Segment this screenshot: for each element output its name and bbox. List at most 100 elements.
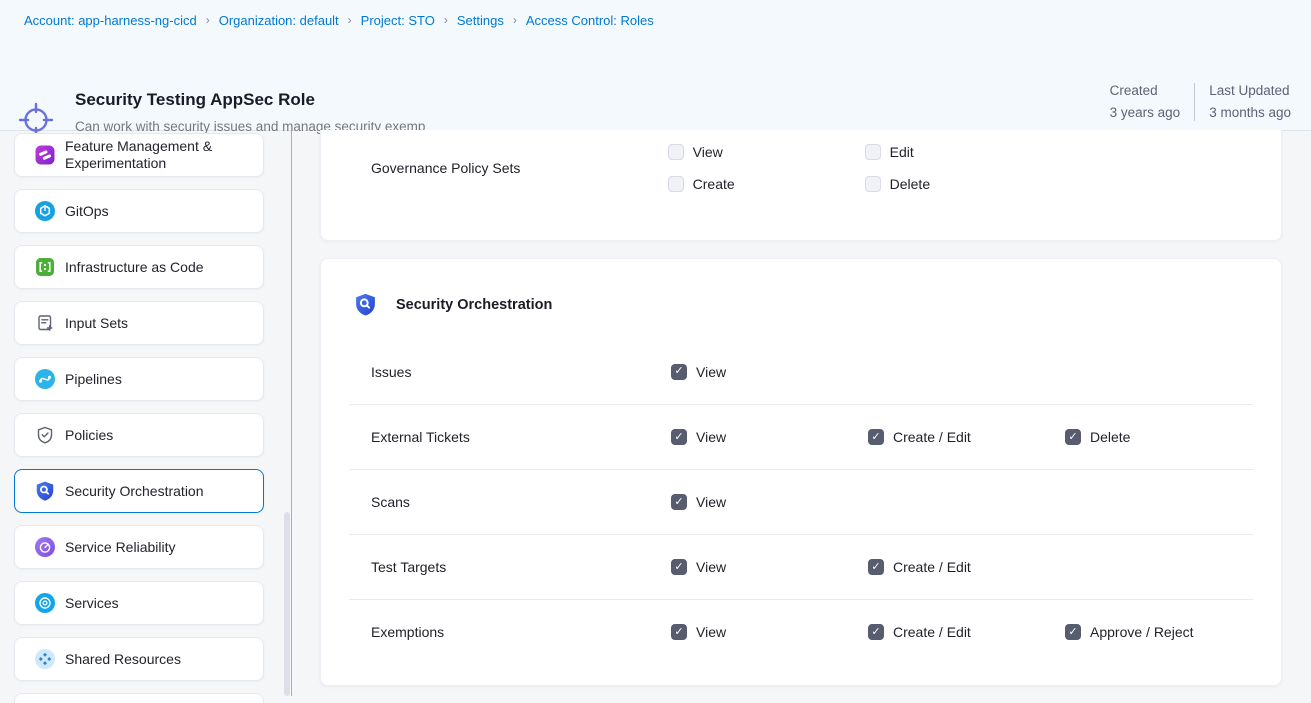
breadcrumb: Account: app-harness-ng-cicd › Organizat…: [0, 0, 1311, 40]
checkbox-icon[interactable]: [868, 429, 884, 445]
meta-divider: [1194, 83, 1195, 121]
iac-icon: [34, 256, 56, 278]
created-label: Created: [1110, 82, 1181, 100]
resource-label: Test Targets: [371, 559, 671, 575]
checkbox-label: Create: [693, 176, 735, 192]
checkbox-icon[interactable]: [865, 176, 881, 192]
sidebar-item-input-sets[interactable]: Input Sets: [14, 301, 264, 345]
sidebar-item-infrastructure-as-code[interactable]: Infrastructure as Code: [14, 245, 264, 289]
permission-row-scans: Scans View: [349, 469, 1253, 534]
permission-checkbox-approve-reject[interactable]: Approve / Reject: [1065, 622, 1194, 642]
sidebar-item-gitops[interactable]: GitOps: [14, 189, 264, 233]
permission-row-issues: Issues View: [349, 339, 1253, 404]
sidebar-item-pipelines[interactable]: Pipelines: [14, 357, 264, 401]
shield-search-icon: [353, 292, 378, 317]
section-title: Security Orchestration: [396, 297, 552, 313]
sidebar-item-service-reliability[interactable]: Service Reliability: [14, 525, 264, 569]
permission-checkbox-view[interactable]: View: [668, 142, 865, 162]
checkbox-icon[interactable]: [1065, 429, 1081, 445]
sidebar-item-partial[interactable]: [14, 693, 264, 703]
sidebar-item-security-orchestration[interactable]: Security Orchestration: [14, 469, 264, 513]
checkbox-label: Create / Edit: [893, 624, 971, 640]
breadcrumb-organization[interactable]: Organization: default: [219, 13, 339, 28]
sidebar-item-label: Services: [65, 595, 119, 612]
sidebar-item-policies[interactable]: Policies: [14, 413, 264, 457]
permission-checkbox-view[interactable]: View: [671, 622, 868, 642]
checkbox-icon[interactable]: [671, 559, 687, 575]
sidebar-item-label: Feature Management & Experimentation: [65, 138, 253, 172]
permission-checkbox-view[interactable]: View: [671, 427, 868, 447]
page-header: Security Testing AppSec Role Can work wi…: [0, 40, 1311, 131]
sidebar-item-label: Service Reliability: [65, 539, 175, 556]
permission-row-exemptions: Exemptions View Create / Edit Approve / …: [349, 599, 1253, 664]
chevron-right-icon: ›: [444, 13, 448, 27]
checkbox-icon[interactable]: [868, 624, 884, 640]
breadcrumb-access-control-roles[interactable]: Access Control: Roles: [526, 13, 654, 28]
checkbox-label: View: [696, 494, 726, 510]
diamond-icon: [34, 648, 56, 670]
sidebar-item-label: Input Sets: [65, 315, 128, 332]
shield-search-icon: [34, 480, 56, 502]
permission-checkbox-edit[interactable]: Edit: [865, 142, 1062, 162]
checkbox-icon[interactable]: [668, 176, 684, 192]
checkbox-label: Create / Edit: [893, 559, 971, 575]
resource-label: External Tickets: [371, 429, 671, 445]
sidebar-item-feature-management[interactable]: Feature Management & Experimentation: [14, 133, 264, 177]
target-icon: [34, 592, 56, 614]
page-title: Security Testing AppSec Role: [75, 90, 315, 110]
pipelines-icon: [34, 368, 56, 390]
checkbox-label: Delete: [1090, 429, 1130, 445]
checkbox-label: View: [693, 144, 723, 160]
resource-category-sidebar: Feature Management & Experimentation Git…: [0, 131, 300, 696]
breadcrumb-project[interactable]: Project: STO: [361, 13, 435, 28]
permission-checkbox-create-edit[interactable]: Create / Edit: [868, 427, 1065, 447]
shield-check-icon: [34, 424, 56, 446]
checkbox-icon[interactable]: [865, 144, 881, 160]
sidebar-item-label: GitOps: [65, 203, 109, 220]
checkbox-icon[interactable]: [671, 494, 687, 510]
permission-checkbox-create-edit[interactable]: Create / Edit: [868, 557, 971, 577]
governance-card: Governance Policy Sets View Edit Create …: [320, 130, 1282, 241]
last-updated-value: 3 months ago: [1209, 104, 1291, 122]
checkbox-label: Delete: [890, 176, 930, 192]
sidebar-item-label: Infrastructure as Code: [65, 259, 204, 276]
sidebar-item-label: Security Orchestration: [65, 483, 204, 500]
permission-checkbox-view[interactable]: View: [671, 362, 726, 382]
checkbox-label: Edit: [890, 144, 914, 160]
checkbox-label: View: [696, 429, 726, 445]
checkbox-icon[interactable]: [671, 429, 687, 445]
checkbox-icon[interactable]: [868, 559, 884, 575]
sidebar-item-label: Shared Resources: [65, 651, 181, 668]
resource-label: Issues: [371, 364, 671, 380]
permission-checkbox-view[interactable]: View: [671, 492, 726, 512]
permission-checkbox-create-edit[interactable]: Create / Edit: [868, 622, 1065, 642]
checkbox-icon[interactable]: [1065, 624, 1081, 640]
sidebar-item-label: Policies: [65, 427, 113, 444]
gauge-icon: [34, 536, 56, 558]
checkbox-icon[interactable]: [671, 624, 687, 640]
breadcrumb-settings[interactable]: Settings: [457, 13, 504, 28]
permission-row-external-tickets: External Tickets View Create / Edit Dele…: [349, 404, 1253, 469]
flag-icon: [34, 144, 56, 166]
sidebar-scrollbar-thumb[interactable]: [284, 512, 290, 696]
resource-label: Exemptions: [371, 624, 671, 640]
chevron-right-icon: ›: [206, 13, 210, 27]
permission-checkbox-delete[interactable]: Delete: [1065, 427, 1130, 447]
input-sets-icon: [34, 312, 56, 334]
permission-checkbox-create[interactable]: Create: [668, 174, 865, 194]
checkbox-icon[interactable]: [668, 144, 684, 160]
gitops-icon: [34, 200, 56, 222]
sidebar-item-services[interactable]: Services: [14, 581, 264, 625]
sidebar-item-shared-resources[interactable]: Shared Resources: [14, 637, 264, 681]
sidebar-item-label: Pipelines: [65, 371, 122, 388]
checkbox-icon[interactable]: [671, 364, 687, 380]
checkbox-label: View: [696, 559, 726, 575]
checkbox-label: View: [696, 624, 726, 640]
role-meta: Created 3 years ago Last Updated 3 month…: [1110, 82, 1291, 122]
sidebar-divider: [291, 131, 292, 696]
permission-checkbox-view[interactable]: View: [671, 557, 868, 577]
chevron-right-icon: ›: [348, 13, 352, 27]
permission-checkbox-delete[interactable]: Delete: [865, 174, 930, 194]
checkbox-label: Create / Edit: [893, 429, 971, 445]
breadcrumb-account[interactable]: Account: app-harness-ng-cicd: [24, 13, 197, 28]
